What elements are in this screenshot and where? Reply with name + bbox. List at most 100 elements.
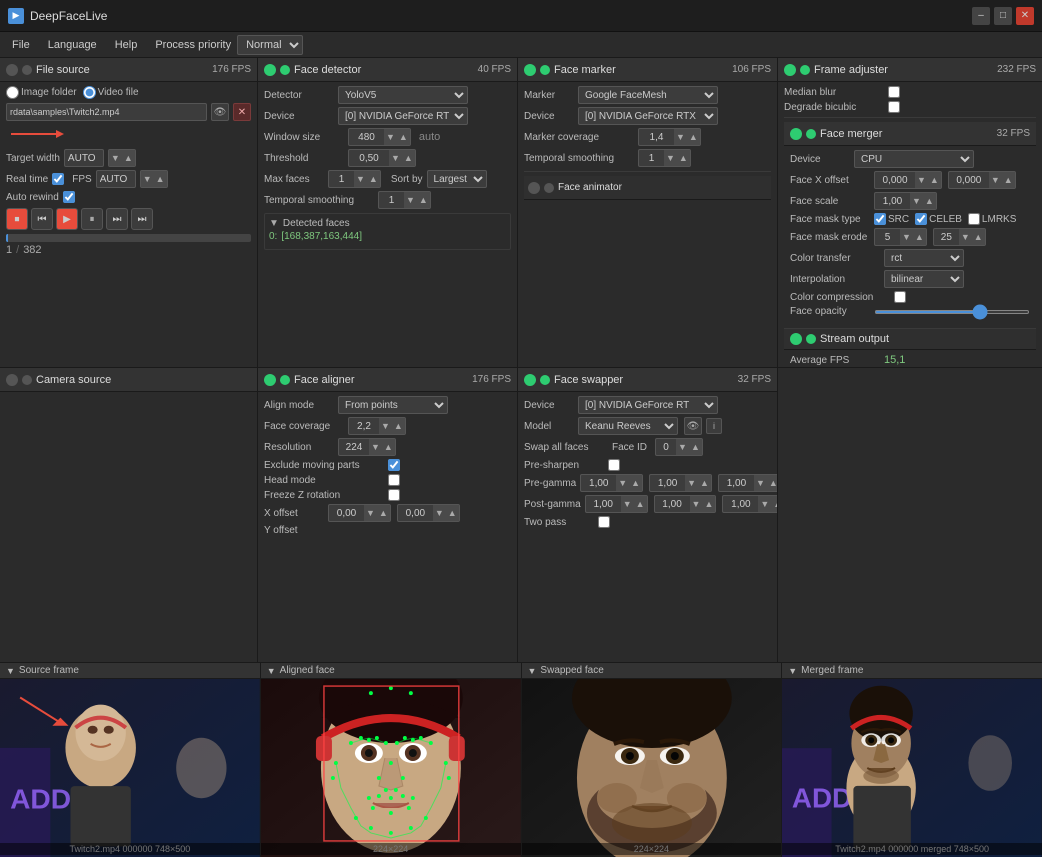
max-faces-up[interactable]: ▲: [367, 171, 380, 187]
median-blur-checkbox[interactable]: [888, 86, 900, 98]
face-detector-power-btn[interactable]: [264, 64, 276, 76]
exclude-moving-checkbox[interactable]: [388, 459, 400, 471]
post-gamma-input2[interactable]: [655, 495, 690, 513]
detector-select[interactable]: YoloV5: [338, 86, 468, 104]
face-x-offset-input1[interactable]: [875, 171, 915, 189]
freeze-z-checkbox[interactable]: [388, 489, 400, 501]
lmrks-mask-check[interactable]: LMRKS: [968, 213, 1016, 225]
resolution-down[interactable]: ▼: [369, 439, 382, 455]
target-width-spinbox[interactable]: ▼ ▲: [108, 149, 136, 167]
pre-gamma-up1[interactable]: ▲: [629, 475, 642, 491]
fps-down[interactable]: ▼: [141, 171, 154, 187]
frame-adjuster-power-btn[interactable]: [784, 64, 796, 76]
file-path-input[interactable]: [6, 103, 207, 121]
image-folder-option[interactable]: Image folder: [6, 86, 77, 99]
celeb-mask-checkbox[interactable]: [915, 213, 927, 225]
post-gamma-up1[interactable]: ▲: [634, 496, 647, 512]
erode-down1[interactable]: ▼: [900, 229, 913, 245]
face-swapper-power-btn[interactable]: [524, 374, 536, 386]
window-size-up[interactable]: ▲: [397, 129, 410, 145]
camera-source-power-btn[interactable]: [6, 374, 18, 386]
pre-gamma-up2[interactable]: ▲: [698, 475, 711, 491]
pre-gamma-down2[interactable]: ▼: [685, 475, 698, 491]
face-scale-spinbox[interactable]: ▼ ▲: [874, 192, 937, 210]
threshold-input[interactable]: [349, 149, 389, 167]
close-button[interactable]: ✕: [1016, 7, 1034, 25]
file-source-power-btn[interactable]: [6, 64, 18, 76]
x-offset-spinbox1[interactable]: ▼ ▲: [328, 504, 391, 522]
color-transfer-select[interactable]: rct: [884, 249, 964, 267]
resolution-spinbox[interactable]: ▼ ▲: [338, 438, 396, 456]
file-clear-btn[interactable]: ✕: [233, 103, 251, 121]
face-detector-device-select[interactable]: [0] NVIDIA GeForce RTX 20: [338, 107, 468, 125]
face-id-down[interactable]: ▼: [676, 439, 689, 455]
face-scale-up[interactable]: ▲: [923, 193, 936, 209]
pre-gamma-spinbox3[interactable]: ▼ ▲: [718, 474, 777, 492]
stop-btn[interactable]: ⏹: [6, 208, 28, 230]
erode-down2[interactable]: ▼: [959, 229, 972, 245]
post-gamma-spinbox3[interactable]: ▼ ▲: [722, 495, 777, 513]
model-info-btn[interactable]: i: [706, 418, 722, 434]
marker-coverage-spinbox[interactable]: ▼ ▲: [638, 128, 701, 146]
target-width-input[interactable]: [64, 149, 104, 167]
marker-temporal-input[interactable]: [639, 149, 664, 167]
post-gamma-spinbox1[interactable]: ▼ ▲: [585, 495, 648, 513]
face-coverage-down[interactable]: ▼: [379, 418, 392, 434]
face-x-down1[interactable]: ▼: [915, 172, 928, 188]
auto-rewind-checkbox[interactable]: [63, 191, 75, 203]
sort-by-select[interactable]: Largest: [427, 170, 487, 188]
face-x-offset-input2[interactable]: [949, 171, 989, 189]
fps-spinbox[interactable]: ▼ ▲: [140, 170, 168, 188]
window-size-down[interactable]: ▼: [384, 129, 397, 145]
play-btn[interactable]: ▶: [56, 208, 78, 230]
pre-gamma-input1[interactable]: [581, 474, 616, 492]
temporal-smoothing-up[interactable]: ▲: [417, 192, 430, 208]
x-offset-spinbox2[interactable]: ▼ ▲: [397, 504, 460, 522]
face-x-down2[interactable]: ▼: [989, 172, 1002, 188]
face-scale-down[interactable]: ▼: [910, 193, 923, 209]
two-pass-checkbox[interactable]: [598, 516, 610, 528]
face-coverage-up[interactable]: ▲: [392, 418, 405, 434]
max-faces-down[interactable]: ▼: [354, 171, 367, 187]
src-mask-check[interactable]: SRC: [874, 213, 909, 225]
max-faces-input[interactable]: [329, 170, 354, 188]
pre-gamma-spinbox1[interactable]: ▼ ▲: [580, 474, 643, 492]
menu-file[interactable]: File: [4, 37, 38, 53]
erode-spinbox2[interactable]: ▼ ▲: [933, 228, 986, 246]
head-mode-checkbox[interactable]: [388, 474, 400, 486]
align-mode-select[interactable]: From points: [338, 396, 448, 414]
next-frame-btn[interactable]: ⏭: [106, 208, 128, 230]
threshold-down[interactable]: ▼: [389, 150, 402, 166]
erode-spinbox1[interactable]: ▼ ▲: [874, 228, 927, 246]
interpolation-select[interactable]: bilinear: [884, 270, 964, 288]
face-opacity-slider[interactable]: [874, 310, 1030, 314]
window-size-input[interactable]: [349, 128, 384, 146]
face-animator-power-btn[interactable]: [528, 182, 540, 194]
temporal-smoothing-spinbox[interactable]: ▼ ▲: [378, 191, 431, 209]
pre-gamma-input3[interactable]: [719, 474, 754, 492]
x-offset-input1[interactable]: [329, 504, 364, 522]
progress-bar[interactable]: [6, 234, 251, 242]
face-x-offset-spinbox1[interactable]: ▼ ▲: [874, 171, 942, 189]
model-preview-btn[interactable]: 👁: [684, 417, 702, 435]
erode-input2[interactable]: [934, 228, 959, 246]
marker-temporal-down[interactable]: ▼: [664, 150, 677, 166]
window-size-spinbox[interactable]: ▼ ▲: [348, 128, 411, 146]
pre-gamma-down3[interactable]: ▼: [754, 475, 767, 491]
lmrks-mask-checkbox[interactable]: [968, 213, 980, 225]
merger-device-select[interactable]: CPU: [854, 150, 974, 168]
temporal-smoothing-input[interactable]: [379, 191, 404, 209]
maximize-button[interactable]: □: [994, 7, 1012, 25]
marker-temporal-spinbox[interactable]: ▼ ▲: [638, 149, 691, 167]
swapper-device-select[interactable]: [0] NVIDIA GeForce RT: [578, 396, 718, 414]
face-marker-power-btn[interactable]: [524, 64, 536, 76]
post-gamma-down3[interactable]: ▼: [758, 496, 771, 512]
degrade-bicubic-checkbox[interactable]: [888, 101, 900, 113]
x-offset-up1[interactable]: ▲: [377, 505, 390, 521]
face-id-spinbox[interactable]: ▼ ▲: [655, 438, 703, 456]
priority-select[interactable]: Normal High Low: [237, 35, 303, 55]
face-x-offset-spinbox2[interactable]: ▼ ▲: [948, 171, 1016, 189]
minimize-button[interactable]: –: [972, 7, 990, 25]
face-id-input[interactable]: [656, 438, 676, 456]
face-merger-power-btn[interactable]: [790, 128, 802, 140]
